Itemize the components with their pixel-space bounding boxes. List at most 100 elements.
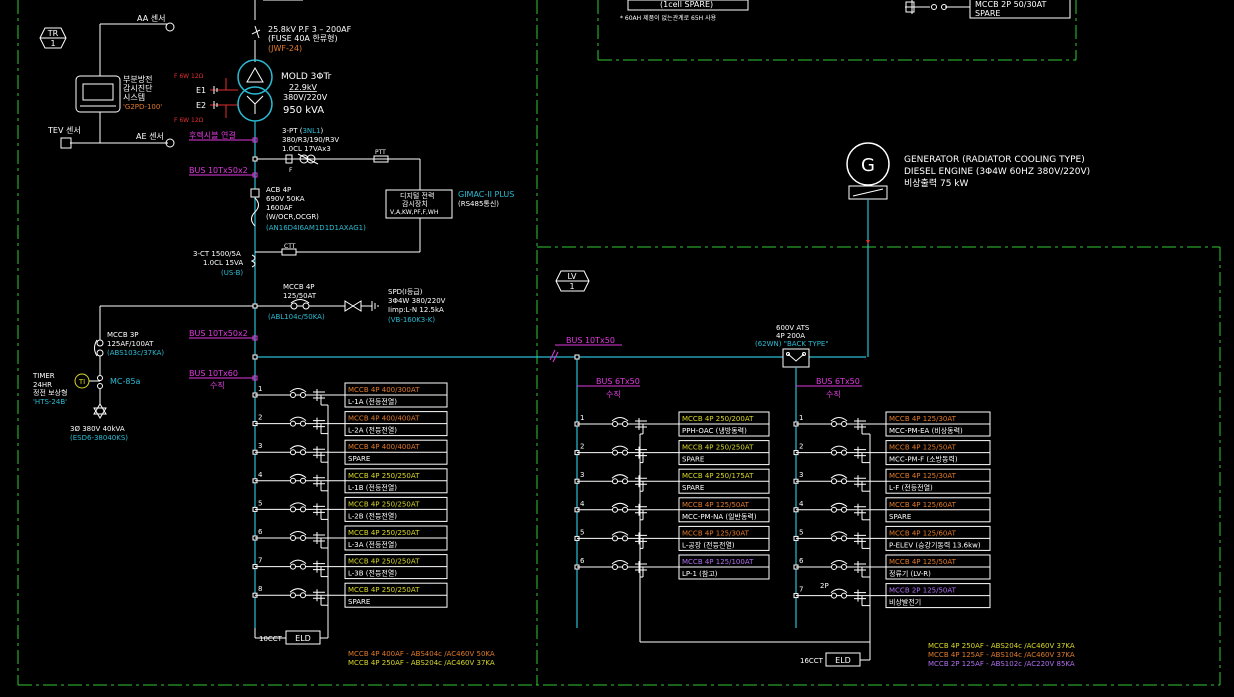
- bus-vertical-label: 수직: [210, 380, 225, 390]
- feeder-number: 1: [258, 385, 262, 393]
- fuse-line-1: 25.8kV P.F 3 – 200AF: [268, 25, 352, 34]
- ct-icon: [313, 560, 325, 577]
- feeder-load: L-1B (전등전열): [348, 483, 397, 492]
- ct-icon: [313, 474, 325, 491]
- tr-eld-label: ELD: [295, 634, 311, 643]
- spd-line-2: 3Φ4W 380/220V: [388, 297, 446, 305]
- ct-icon: [635, 503, 647, 520]
- feeder-number: 5: [580, 528, 584, 536]
- mc-label: MC-85a: [110, 377, 141, 386]
- feeder-row: 3 MCCB 4P 250/175AT SPARE: [574, 468, 770, 494]
- ats-icon: [782, 348, 810, 368]
- tr-eld: ELD 10CCT: [254, 595, 329, 645]
- feeder-row: 1 MCCB 4P 125/30AT MCC-PM-EA (비상동력): [793, 411, 991, 437]
- breaker-icon: [830, 417, 848, 427]
- feeder-load: L-3B (전등전열): [348, 569, 397, 578]
- breaker-icon: [611, 531, 629, 542]
- lv-eld: ELD 16CCT: [639, 574, 871, 667]
- generator-icon: G: [846, 142, 890, 200]
- feeder-number: 4: [799, 500, 804, 508]
- ct-icon: [635, 561, 647, 577]
- lv-feeders-a: 1 MCCB 4P 250/200AT PPH-OAC (냉방동력) 2 MCCB 4P…: [574, 411, 770, 580]
- feeder-number: 7: [258, 557, 262, 565]
- lv-footer-1: MCCB 4P 250AF - ABS204c /AC460V 37KA: [928, 642, 1075, 650]
- feeder-rating: MCCB 4P 250/250AT: [348, 472, 420, 480]
- feeder-number: 1: [799, 414, 803, 422]
- feeder-rating: MCCB 4P 400/300AT: [348, 386, 420, 394]
- monitor-title-3: 시스템: [123, 92, 145, 102]
- timer-branch: TI: [74, 306, 107, 419]
- feeder-row: 6 MCCB 4P 250/250AT L-3A (전등전열): [252, 525, 448, 551]
- meter-comm: (RS485통신): [458, 199, 499, 208]
- ct-icon: [854, 532, 866, 549]
- feeder-row: 2 MCCB 4P 125/50AT MCC-PM-F (소방동력): [793, 440, 991, 466]
- meter-model: GIMAC-II PLUS: [458, 190, 514, 199]
- acb-line-1: ACB 4P: [266, 186, 291, 194]
- feeder-number: 1: [580, 414, 584, 422]
- lv-bus-a-label: BUS 6Tx50: [596, 377, 640, 386]
- feeder-number: 4: [580, 500, 585, 508]
- monitor-title-2: 감시진단: [123, 83, 153, 93]
- ats-line-1: 600V ATS: [776, 324, 810, 332]
- single-line-diagram: (1cell SPARE) * 60AH 제품이 없는관계로 65H 사용 MC…: [17, 0, 1221, 686]
- spd-mccb-line-2: 125/50AT: [283, 292, 317, 300]
- tev-sensor-icon: [60, 137, 72, 149]
- timer-line-2: 24HR: [33, 381, 52, 389]
- feeder-number: 6: [580, 557, 585, 565]
- mccb3p-line-1: MCCB 3P: [107, 331, 139, 339]
- feeder-load: SPARE: [889, 513, 911, 521]
- meter-line-2: 감시장치: [402, 199, 428, 208]
- feeder-rating: MCCB 4P 125/50AT: [889, 558, 957, 566]
- feeder-rating: MCCB 4P 125/100AT: [682, 558, 754, 566]
- feeder-rating: MCCB 4P 250/200AT: [682, 415, 754, 423]
- pt-line-1: 3-PT (3NL1): [282, 127, 323, 135]
- feeder-rating: MCCB 4P 250/175AT: [682, 472, 754, 480]
- feeder-row: 1 MCCB 4P 400/300AT L-1A (전등전열): [252, 382, 448, 408]
- feeder-load: MCC-PM-NA (일반동력): [682, 512, 757, 521]
- pt-line-2: 380/R3/190/R3V: [282, 136, 339, 144]
- tr-tag: TR 1: [39, 27, 67, 49]
- ct-icon: [313, 389, 325, 405]
- feeder-row: 2 MCCB 4P 250/250AT SPARE: [574, 440, 770, 466]
- lv-footer-3: MCCB 2P 125AF - ABS102c /AC220V 85KA: [928, 660, 1075, 668]
- lv-bus-b-label: BUS 6Tx50: [816, 377, 860, 386]
- acb-line-2: 690V 50KA: [266, 195, 305, 203]
- feeder-load: SPARE: [682, 484, 704, 492]
- feeder-rating: MCCB 2P 125/50AT: [889, 587, 957, 595]
- feeder-load: L-F (전등전열): [889, 483, 933, 492]
- ct-icon: [854, 475, 866, 492]
- acb-line-4: (W/OCR,OCGR): [266, 213, 319, 221]
- feeder-number: 3: [799, 471, 803, 479]
- timer-model: 'HTS-24B': [33, 398, 67, 406]
- feeder-number: 8: [258, 585, 262, 593]
- mccb3p-line-2: 125AF/100AT: [107, 340, 154, 348]
- lv-tag: LV 1: [555, 270, 590, 292]
- acb-model: (AN16D4I6AM1D1D1AXAG1): [266, 224, 366, 232]
- feeder-load: L-1A (전등전열): [348, 397, 397, 406]
- ct-line-1: 3-CT 1500/5A: [193, 250, 241, 258]
- breaker-icon: [289, 588, 307, 599]
- lv-tag-label: LV: [567, 272, 577, 281]
- mold-hv: 22.9kV: [289, 83, 317, 92]
- lv-footer-2: MCCB 4P 125AF - ABS104c /AC460V 37KA: [928, 651, 1075, 659]
- timer-line-3: 정전 보상형: [33, 388, 67, 397]
- tr-feeders: 1 MCCB 4P 400/300AT L-1A (전등전열) 2 MCCB 4P 40…: [252, 382, 448, 608]
- lv-bus-main-label: BUS 10Tx50: [566, 336, 615, 345]
- feeder-row: 6 MCCB 4P 125/100AT LP-1 (참고): [574, 554, 770, 580]
- feeder-number: 5: [258, 499, 262, 507]
- ct-icon: [313, 446, 325, 463]
- breaker-icon: [830, 474, 848, 485]
- ct-model: (US-B): [221, 269, 243, 277]
- feeder-load: SPARE: [348, 455, 370, 463]
- flex-connection-note: 후렉시블 연결: [189, 130, 236, 140]
- ats-model: (62WN) "BACK TYPE": [755, 340, 829, 348]
- ct-icon: [635, 532, 647, 549]
- acb-line-3: 1600AF: [266, 204, 293, 212]
- feeder-row: 6 MCCB 4P 125/50AT 정류기 (LV-R): [793, 554, 991, 580]
- ct-icon: [313, 503, 325, 520]
- fuse-w-label-2: F 6W 12Ω: [174, 117, 204, 124]
- feeder-number: 2: [799, 443, 803, 451]
- breaker-icon: [830, 531, 848, 542]
- breaker-icon: [611, 474, 629, 485]
- feeder-rating: MCCB 4P 250/250AT: [348, 500, 420, 508]
